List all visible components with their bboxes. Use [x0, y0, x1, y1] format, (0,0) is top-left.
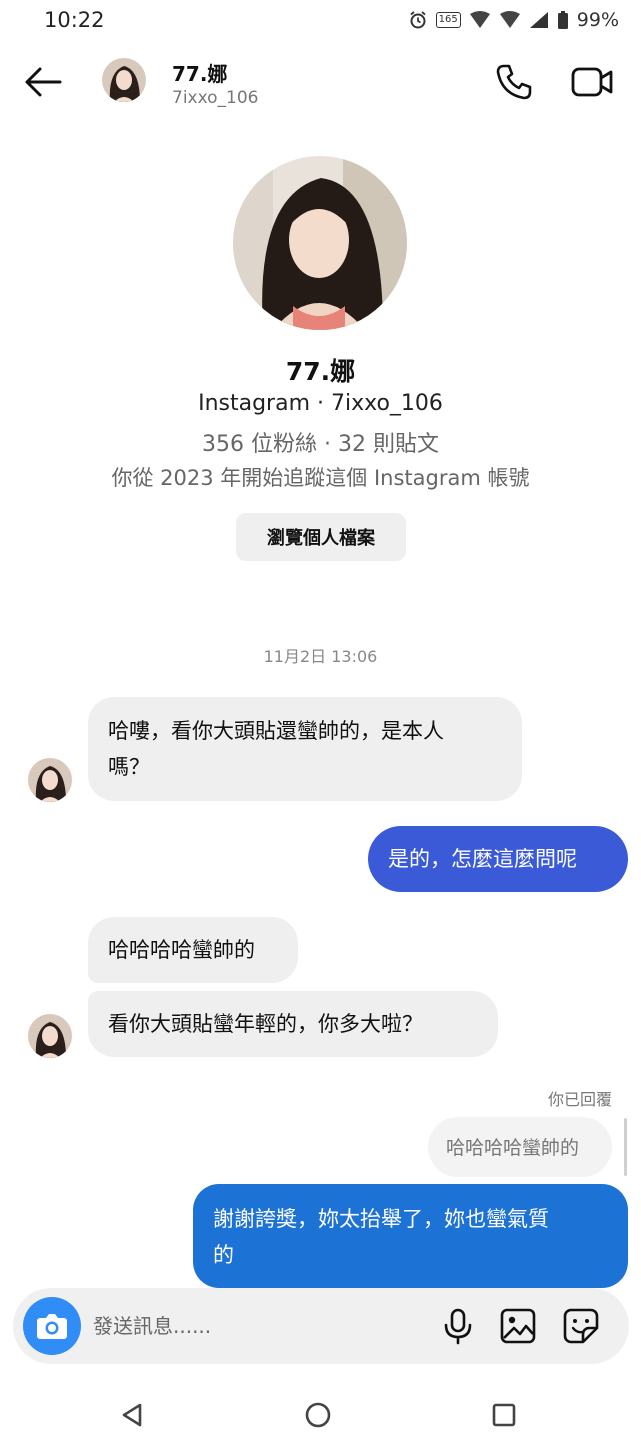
profile-follow-info: 你從 2023 年開始追蹤這個 Instagram 帳號: [111, 466, 530, 490]
sender-avatar[interactable]: [28, 758, 72, 802]
video-call-button[interactable]: [570, 64, 614, 100]
circle-home-icon: [305, 1402, 331, 1428]
sticker-icon: [563, 1308, 599, 1344]
gallery-button[interactable]: [498, 1306, 538, 1346]
incoming-message-bubble[interactable]: 看你大頭貼蠻年輕的，你多大啦？: [88, 991, 498, 1057]
outgoing-message-bubble[interactable]: 是的，怎麼這麼問呢: [368, 826, 628, 892]
microphone-icon: [444, 1308, 472, 1345]
status-bar: 10:22 165 99%: [0, 0, 641, 44]
alarm-icon: [408, 10, 428, 30]
back-button[interactable]: [22, 64, 64, 100]
header-avatar[interactable]: [102, 58, 146, 102]
profile-name: 77.娜: [285, 357, 356, 386]
message-text-line: 謝謝誇獎，妳太抬舉了，妳也蠻氣質: [213, 1207, 549, 1231]
wifi-icon: [469, 11, 491, 29]
wifi-icon-2: [499, 11, 521, 29]
profile-avatar[interactable]: [233, 156, 407, 330]
incoming-message-bubble[interactable]: 哈嘍，看你大頭貼還蠻帥的，是本人 嗎？: [88, 697, 522, 801]
message-composer: [13, 1288, 629, 1364]
battery-icon: [557, 10, 569, 30]
header-name[interactable]: 77.娜: [172, 58, 227, 87]
camera-button[interactable]: [23, 1297, 81, 1355]
outgoing-message-bubble[interactable]: 謝謝誇獎，妳太抬舉了，妳也蠻氣質 的: [193, 1184, 628, 1288]
video-camera-icon: [571, 67, 613, 97]
header-username[interactable]: 7ixxo_106: [172, 88, 259, 108]
camera-icon: [37, 1314, 67, 1339]
voice-message-button[interactable]: [438, 1306, 478, 1346]
status-time: 10:22: [44, 8, 105, 32]
message-text-line: 嗎？: [108, 755, 150, 779]
incoming-message-bubble[interactable]: 哈哈哈哈蠻帥的: [88, 917, 298, 983]
message-text-line: 哈嘍，看你大頭貼還蠻帥的，是本人: [108, 719, 444, 743]
square-recents-icon: [492, 1403, 516, 1427]
profile-stats: 356 位粉絲 · 32 則貼文: [202, 432, 439, 457]
sticker-button[interactable]: [561, 1306, 601, 1346]
replied-label: 你已回覆: [547, 1090, 612, 1109]
phone-icon: [496, 64, 532, 100]
image-icon: [500, 1308, 536, 1344]
reply-indicator-bar: [624, 1118, 627, 1176]
battery-percent: 99%: [576, 9, 619, 31]
quoted-message[interactable]: 哈哈哈哈蠻帥的: [428, 1117, 612, 1177]
profile-platform-username: Instagram · 7ixxo_106: [198, 391, 443, 416]
call-button[interactable]: [494, 62, 534, 102]
message-input[interactable]: [93, 1308, 413, 1344]
system-navigation-bar: [0, 1376, 641, 1452]
status-icons: 165 99%: [408, 9, 619, 31]
chat-header: 77.娜 7ixxo_106: [0, 44, 641, 124]
message-text-line: 的: [213, 1243, 234, 1267]
carrier-chip-icon: 165: [435, 12, 461, 28]
signal-icon: [529, 11, 549, 29]
view-profile-button[interactable]: 瀏覽個人檔案: [236, 513, 406, 561]
nav-recents-button[interactable]: [489, 1400, 519, 1430]
nav-back-button[interactable]: [118, 1400, 148, 1430]
nav-home-button[interactable]: [303, 1400, 333, 1430]
triangle-back-icon: [122, 1403, 142, 1427]
message-timestamp: 11月2日 13:06: [263, 647, 378, 666]
arrow-left-icon: [25, 67, 62, 97]
sender-avatar[interactable]: [28, 1014, 72, 1058]
